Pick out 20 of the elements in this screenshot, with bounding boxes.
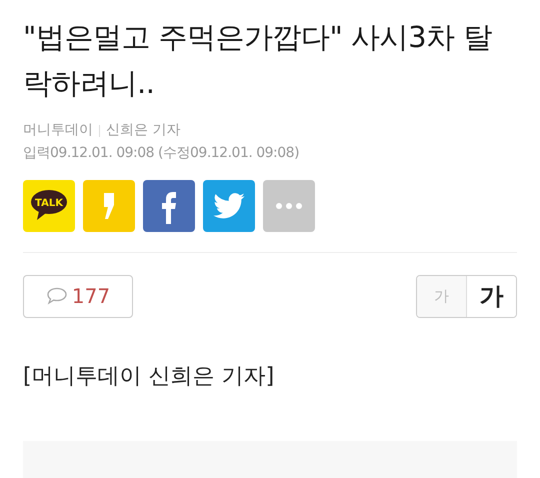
- talk-label: TALK: [35, 196, 63, 210]
- comment-button[interactable]: 177: [23, 274, 133, 318]
- article-title: "법은멀고 주먹은가깝다" 사시3차 탈락하려니..: [23, 19, 493, 102]
- source-name: 머니투데이: [23, 121, 93, 140]
- reporter-name: 신희은 기자: [106, 121, 180, 140]
- font-size-button[interactable]: 가: [466, 276, 516, 317]
- dots-icon: [275, 202, 303, 210]
- twitter-button[interactable]: [203, 180, 255, 232]
- kakaostory-button[interactable]: [83, 180, 135, 232]
- body-text: [머니투데이 신희은 기자]: [23, 362, 276, 391]
- speech-bubble-icon: [30, 189, 68, 221]
- date-line: 입력09.12.01. 09:08 (수정09.12.01. 09:08): [23, 144, 300, 163]
- speech-bubble-icon: [46, 287, 68, 306]
- facebook-button[interactable]: [143, 180, 195, 232]
- bird-icon: [213, 193, 245, 219]
- comment-count: 177: [72, 283, 110, 310]
- kakaotalk-button[interactable]: TALK: [23, 180, 75, 232]
- facebook-f-icon: [161, 192, 177, 224]
- comma-icon: [102, 193, 116, 219]
- more-button[interactable]: [263, 180, 315, 232]
